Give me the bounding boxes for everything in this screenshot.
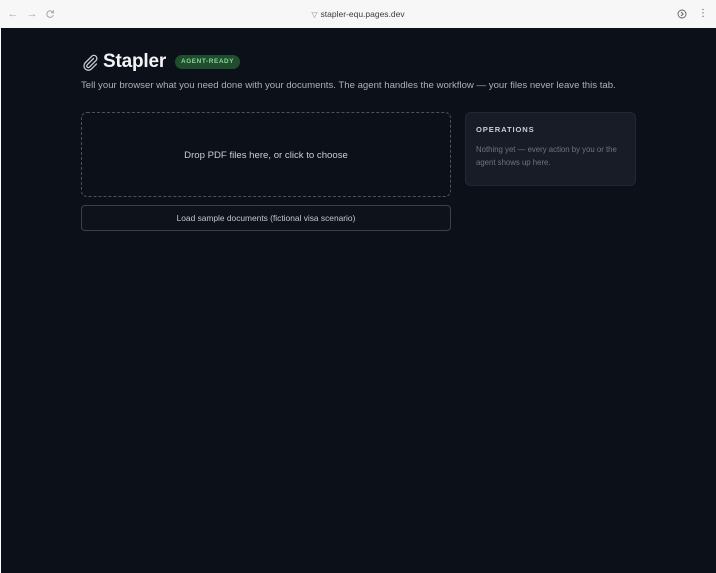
app-title: Stapler bbox=[103, 51, 167, 72]
status-badge: AGENT-READY bbox=[175, 55, 241, 69]
menu-kebab-icon[interactable]: ⋮ bbox=[697, 8, 709, 20]
operations-title: OPERATIONS bbox=[476, 125, 535, 134]
load-sample-button[interactable]: Load sample documents (fictional visa sc… bbox=[81, 205, 451, 231]
site-info-icon[interactable]: ▽ bbox=[311, 10, 317, 19]
operations-panel: OPERATIONS Nothing yet — every action by… bbox=[465, 112, 636, 186]
app-header: Stapler AGENT-READY bbox=[81, 50, 241, 74]
paperclip-icon bbox=[83, 54, 98, 71]
tagline: Tell your browser what you need done wit… bbox=[81, 80, 616, 91]
browser-toolbar: ← → ▽ stapler-equ.pages.dev ⋮ bbox=[0, 0, 716, 29]
pdf-dropzone[interactable]: Drop PDF files here, or click to choose bbox=[81, 112, 451, 197]
dropzone-label: Drop PDF files here, or click to choose bbox=[184, 150, 348, 161]
operations-empty-state: Nothing yet — every action by you or the… bbox=[476, 145, 617, 167]
address-bar[interactable]: ▽ stapler-equ.pages.dev bbox=[0, 8, 716, 21]
page-viewport: Stapler AGENT-READY Tell your browser wh… bbox=[1, 28, 716, 573]
url-text: stapler-equ.pages.dev bbox=[320, 9, 405, 19]
download-icon[interactable] bbox=[676, 8, 688, 20]
